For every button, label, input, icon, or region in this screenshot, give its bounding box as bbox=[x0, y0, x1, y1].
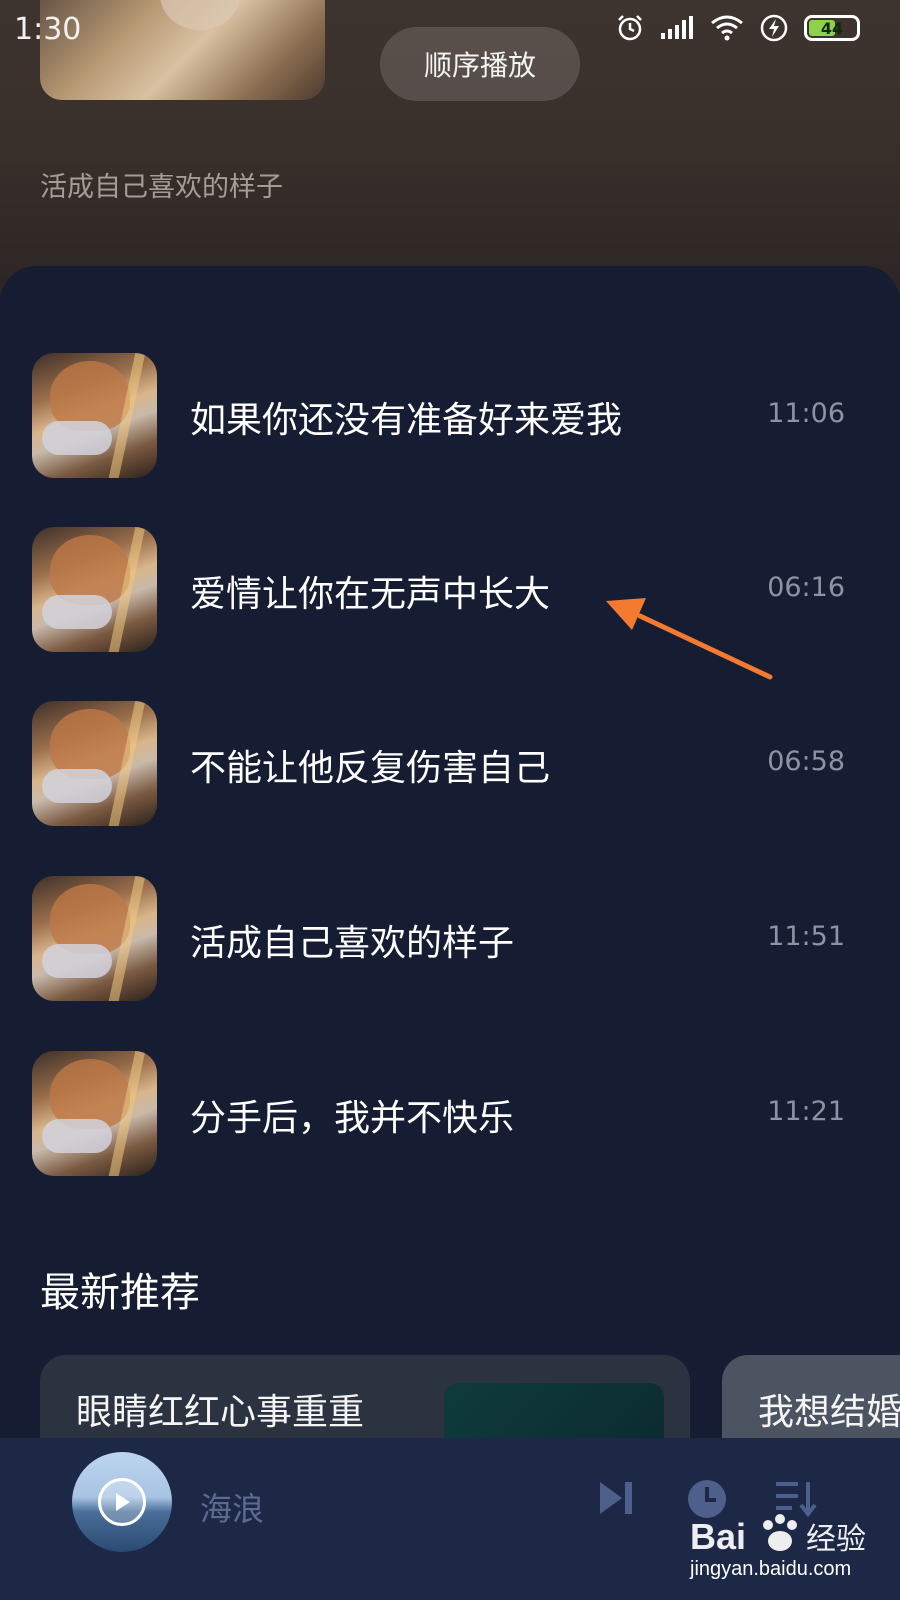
svg-text:Bai: Bai bbox=[690, 1516, 746, 1557]
song-title: 爱情让你在无声中长大 bbox=[190, 574, 551, 615]
recommend-card-title: 眼睛红红心事重重 bbox=[76, 1392, 365, 1433]
song-duration: 06:58 bbox=[767, 746, 845, 777]
song-row[interactable]: 活成自己喜欢的样子 11:51 bbox=[0, 876, 900, 1001]
song-row[interactable]: 不能让他反复伤害自己 06:58 bbox=[0, 701, 900, 826]
song-duration: 11:21 bbox=[767, 1096, 845, 1127]
play-icon bbox=[116, 1493, 130, 1511]
alarm-icon bbox=[618, 15, 642, 41]
song-duration: 11:06 bbox=[767, 398, 845, 429]
status-bar: 1:30 44 bbox=[0, 0, 900, 60]
recommend-section-title: 最新推荐 bbox=[40, 1270, 200, 1316]
song-title: 不能让他反复伤害自己 bbox=[190, 748, 551, 789]
song-cover bbox=[32, 1051, 157, 1176]
song-row[interactable]: 分手后，我并不快乐 11:21 bbox=[0, 1051, 900, 1176]
battery-level: 44 bbox=[820, 18, 844, 38]
song-duration: 06:16 bbox=[767, 572, 845, 603]
song-title: 如果你还没有准备好来爱我 bbox=[190, 400, 623, 441]
svg-text:经验: 经验 bbox=[806, 1522, 866, 1557]
status-icons: 44 bbox=[616, 14, 860, 42]
recommend-card-title: 我想结婚 bbox=[758, 1392, 900, 1433]
now-playing-title: 海浪 bbox=[200, 1490, 265, 1528]
song-row[interactable]: 爱情让你在无声中长大 06:16 bbox=[0, 527, 900, 652]
song-cover bbox=[32, 527, 157, 652]
watermark-site: jingyan.baidu.com bbox=[690, 1558, 852, 1580]
next-track-icon[interactable] bbox=[596, 1478, 636, 1518]
signal-icon bbox=[661, 16, 693, 39]
wifi-icon bbox=[711, 15, 743, 41]
status-time: 1:30 bbox=[14, 12, 82, 47]
playlist-subtitle: 活成自己喜欢的样子 bbox=[40, 172, 283, 203]
song-title: 分手后，我并不快乐 bbox=[190, 1098, 515, 1139]
play-button[interactable] bbox=[98, 1478, 146, 1526]
battery-indicator: 44 bbox=[804, 15, 860, 41]
charging-icon bbox=[760, 14, 788, 42]
now-playing-cover[interactable] bbox=[72, 1452, 172, 1552]
song-row[interactable]: 如果你还没有准备好来爱我 11:06 bbox=[0, 353, 900, 478]
song-duration: 11:51 bbox=[767, 921, 845, 952]
song-cover bbox=[32, 876, 157, 1001]
song-cover bbox=[32, 353, 157, 478]
song-title: 活成自己喜欢的样子 bbox=[190, 923, 515, 964]
song-cover bbox=[32, 701, 157, 826]
